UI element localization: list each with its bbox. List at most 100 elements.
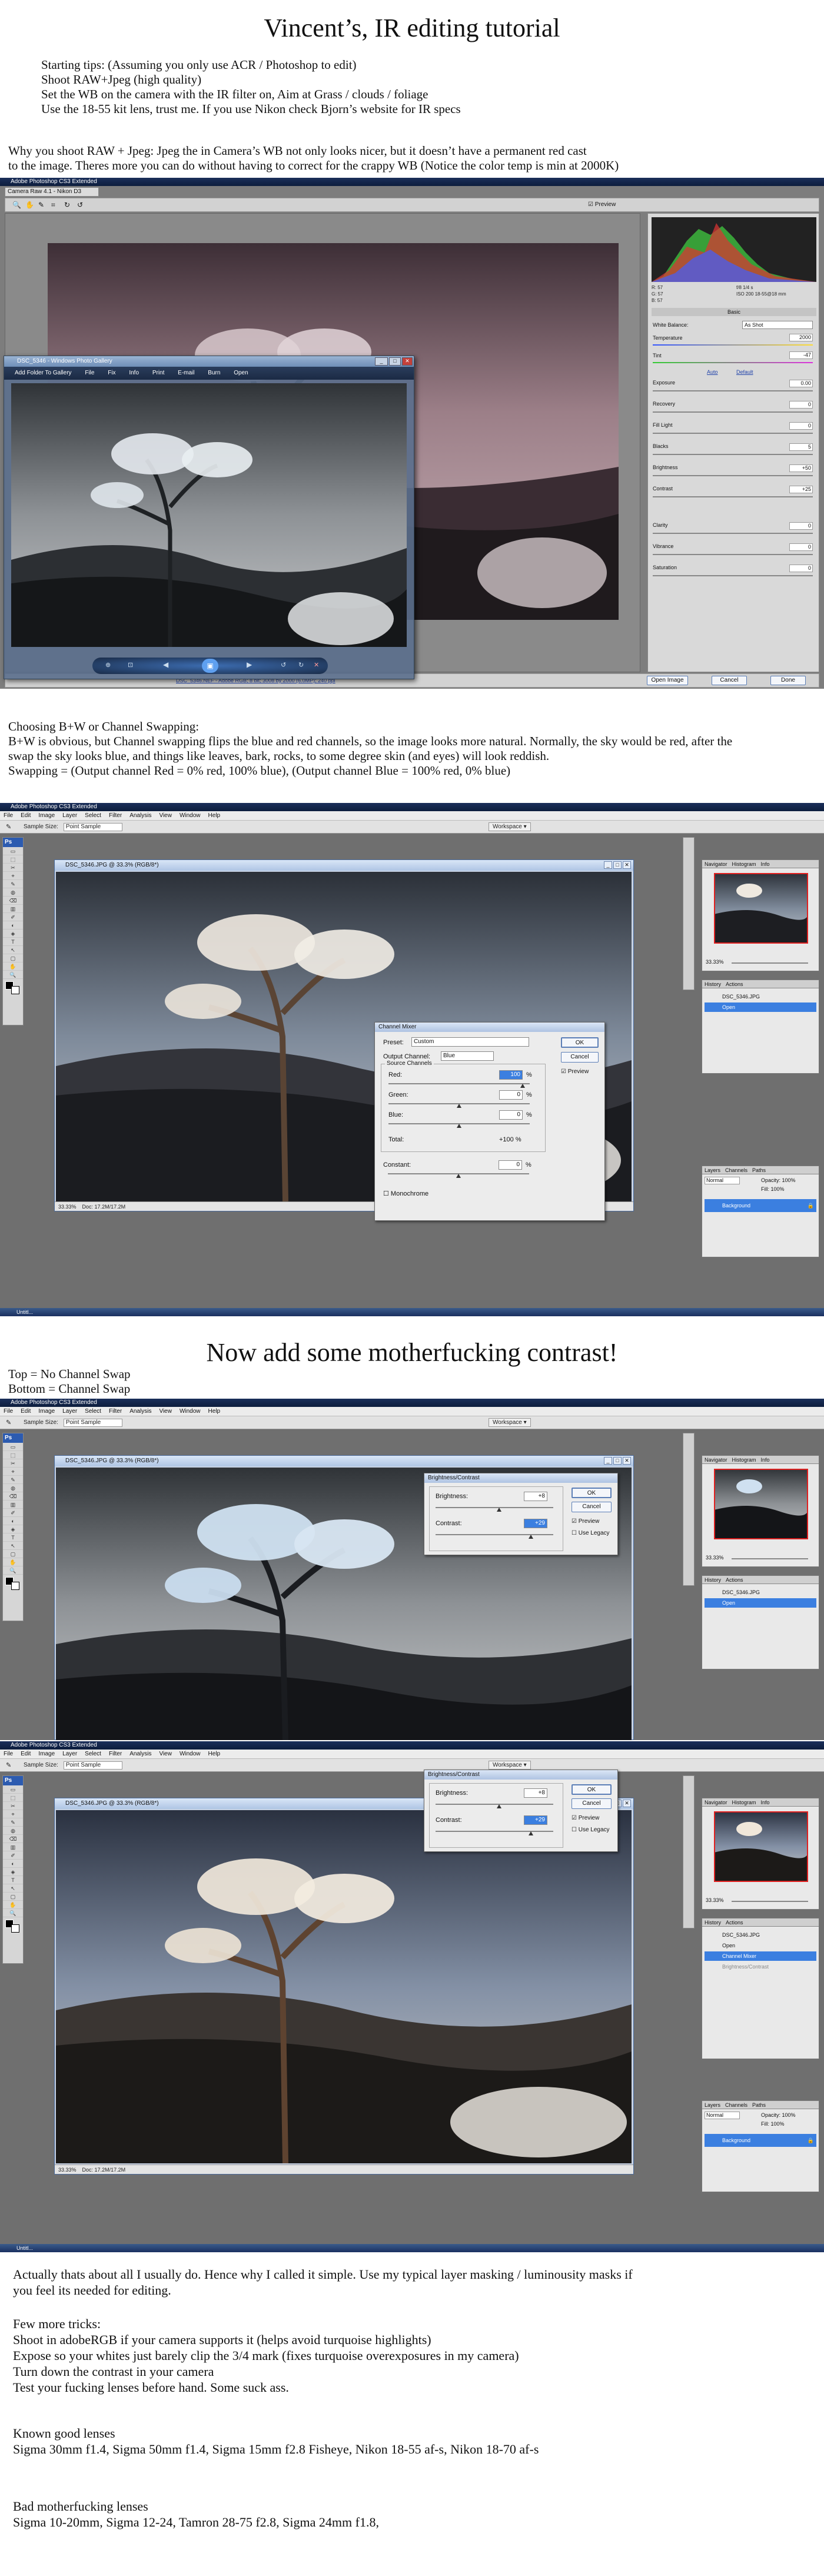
layer-background[interactable]: Background 🔒 (705, 1199, 816, 1212)
layer-background[interactable]: Background 🔒 (705, 2134, 816, 2147)
brightness-slider[interactable] (436, 1507, 553, 1508)
fix-menu[interactable]: Fix (108, 370, 115, 376)
pen-tool-icon[interactable]: ✐ (3, 1851, 23, 1860)
hand-tool-icon[interactable]: ✋ (25, 201, 34, 209)
blend-mode-select[interactable]: Normal (705, 1177, 740, 1184)
brightness-slider[interactable] (436, 1804, 553, 1805)
preview-checkbox[interactable]: ☑ Preview (572, 1815, 599, 1821)
acr-slider-track[interactable] (653, 533, 813, 534)
rotate-left-icon[interactable]: ↺ (281, 661, 286, 669)
minimize-icon[interactable]: _ (375, 357, 388, 366)
menu-filter[interactable]: Filter (109, 1408, 122, 1415)
cancel-button[interactable]: Cancel (712, 676, 747, 685)
close-icon[interactable]: ✕ (623, 1800, 631, 1807)
red-input[interactable]: 100 (499, 1070, 523, 1080)
menu-select[interactable]: Select (85, 812, 101, 819)
cancel-button[interactable]: Cancel (572, 1502, 612, 1512)
brightness-input[interactable]: +8 (524, 1788, 547, 1798)
close-icon[interactable]: ✕ (623, 861, 631, 869)
type-tool-icon[interactable]: T (3, 1876, 23, 1884)
menu-select[interactable]: Select (85, 1408, 101, 1415)
green-slider-thumb[interactable] (457, 1104, 461, 1108)
move-tool-icon[interactable]: ⬚ (3, 855, 23, 864)
cancel-button[interactable]: Cancel (572, 1798, 612, 1809)
maximize-icon[interactable]: □ (613, 1457, 622, 1465)
info-menu[interactable]: Info (129, 370, 139, 376)
fit-icon[interactable]: ⊡ (128, 661, 133, 669)
menu-window[interactable]: Window (180, 1408, 201, 1415)
menu-view[interactable]: View (159, 1751, 172, 1757)
pen-tool-icon[interactable]: ✐ (3, 913, 23, 921)
print-menu[interactable]: Print (152, 370, 165, 376)
menu-image[interactable]: Image (38, 1751, 55, 1757)
wb-select[interactable]: As Shot (742, 321, 813, 329)
history-step-brightness-contrast[interactable]: Brightness/Contrast (705, 1962, 816, 1971)
navigator-zoom-slider[interactable] (732, 962, 808, 964)
acr-slider-value[interactable]: 0.00 (789, 380, 813, 387)
acr-slider-value[interactable]: 0 (789, 543, 813, 551)
sample-size-select[interactable]: Point Sample (63, 1419, 122, 1427)
tab-layers[interactable]: Layers (705, 1167, 720, 1173)
done-button[interactable]: Done (770, 676, 806, 685)
contrast-slider-thumb[interactable] (529, 1535, 533, 1539)
temp-value[interactable]: 2000 (789, 334, 813, 341)
acr-slider-track[interactable] (653, 390, 813, 391)
acr-slider-track[interactable] (653, 475, 813, 476)
dodge-tool-icon[interactable]: ◐ (3, 1860, 23, 1868)
fill-field[interactable]: Fill: 100% (761, 1186, 785, 1192)
contrast-input[interactable]: +29 (524, 1519, 547, 1528)
background-color-swatch[interactable] (11, 986, 19, 994)
menu-window[interactable]: Window (180, 1751, 201, 1757)
color-swatches[interactable] (3, 979, 23, 995)
temp-slider[interactable] (653, 344, 813, 346)
tab-navigator[interactable]: Navigator (705, 861, 727, 867)
navigator-zoom-slider[interactable] (732, 1558, 808, 1559)
menu-image[interactable]: Image (38, 1408, 55, 1415)
eraser-tool-icon[interactable]: ⌫ (3, 1835, 23, 1843)
acr-slider-value[interactable]: 5 (789, 443, 813, 451)
burn-menu[interactable]: Burn (208, 370, 220, 376)
menu-select[interactable]: Select (85, 1751, 101, 1757)
red-slider[interactable] (388, 1083, 530, 1084)
acr-slider-value[interactable]: 0 (789, 565, 813, 572)
acr-slider-value[interactable]: 0 (789, 401, 813, 409)
tab-history[interactable]: History (705, 1577, 721, 1583)
menu-window[interactable]: Window (180, 812, 201, 819)
menu-image[interactable]: Image (38, 812, 55, 819)
marquee-tool-icon[interactable]: ▭ (3, 847, 23, 855)
previous-icon[interactable]: ◀ (163, 660, 168, 669)
monochrome-checkbox[interactable]: ☐ Monochrome (383, 1190, 428, 1197)
preview-checkbox[interactable]: ☑ Preview (561, 1068, 589, 1075)
use-legacy-checkbox[interactable]: ☐ Use Legacy (572, 1530, 610, 1536)
history-snapshot[interactable]: DSC_5346.JPG (705, 1588, 816, 1597)
move-tool-icon[interactable]: ⬚ (3, 1794, 23, 1802)
workspace-button[interactable]: Workspace ▾ (489, 822, 531, 831)
hand-tool-icon[interactable]: ✋ (3, 1558, 23, 1566)
blur-tool-icon[interactable]: ◈ (3, 1525, 23, 1533)
shape-tool-icon[interactable]: ▢ (3, 1893, 23, 1901)
menu-layer[interactable]: Layer (62, 1751, 77, 1757)
navigator-zoom-slider[interactable] (732, 1901, 808, 1902)
file-menu[interactable]: File (85, 370, 94, 376)
gradient-tool-icon[interactable]: ▥ (3, 905, 23, 913)
zoom-tool-icon[interactable]: 🔍 (3, 971, 23, 979)
menu-view[interactable]: View (159, 812, 172, 819)
dodge-tool-icon[interactable]: ◐ (3, 1517, 23, 1525)
eyedropper-icon[interactable]: ✎ (6, 1759, 11, 1772)
menu-filter[interactable]: Filter (109, 812, 122, 819)
tab-history[interactable]: History (705, 981, 721, 987)
rotate-right-icon[interactable]: ↻ (298, 661, 304, 669)
tab-histogram[interactable]: Histogram (732, 1457, 756, 1463)
menu-layer[interactable]: Layer (62, 1408, 77, 1415)
ok-button[interactable]: OK (572, 1784, 612, 1795)
menu-help[interactable]: Help (208, 1751, 221, 1757)
contrast-slider-thumb[interactable] (529, 1831, 533, 1835)
tab-actions[interactable]: Actions (726, 1920, 743, 1926)
acr-slider-value[interactable]: +25 (789, 486, 813, 493)
blur-tool-icon[interactable]: ◈ (3, 930, 23, 938)
eyedropper-icon[interactable]: ✎ (6, 1416, 11, 1429)
shape-tool-icon[interactable]: ▢ (3, 1550, 23, 1558)
acr-slider-track[interactable] (653, 411, 813, 413)
history-step-open[interactable]: Open (705, 1941, 816, 1950)
tab-layers[interactable]: Layers (705, 2102, 720, 2108)
